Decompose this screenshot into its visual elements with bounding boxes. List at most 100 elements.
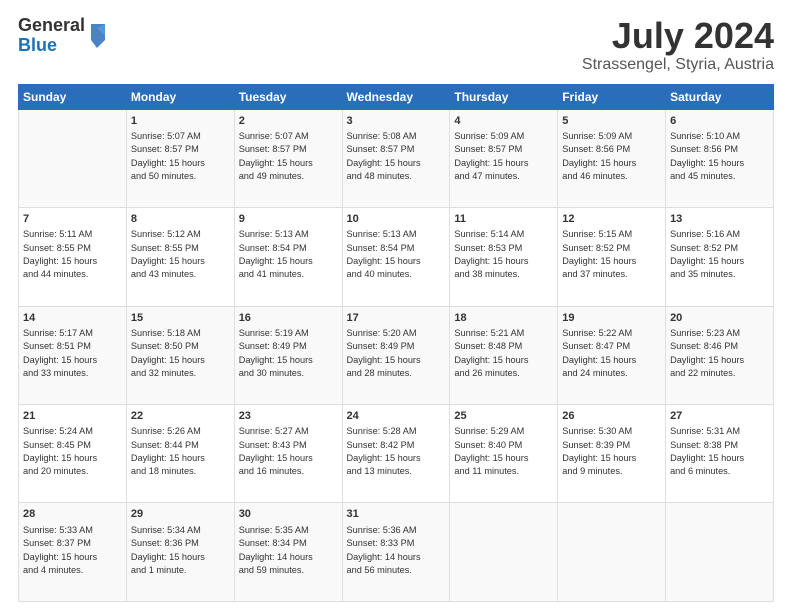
- calendar-header-cell: Monday: [126, 84, 234, 109]
- day-number: 7: [23, 212, 122, 227]
- calendar-day-cell: 30 Sunrise: 5:35 AM Sunset: 8:34 PM Dayli…: [234, 503, 342, 602]
- day-number: 13: [670, 212, 769, 227]
- logo: General Blue: [18, 16, 107, 56]
- calendar-day-cell: 22Sunrise: 5:26 AM Sunset: 8:44 PM Dayli…: [126, 405, 234, 503]
- day-content: Sunrise: 5:31 AM Sunset: 8:38 PM Dayligh…: [670, 425, 769, 478]
- calendar-header-cell: Friday: [558, 84, 666, 109]
- calendar-day-cell: [666, 503, 774, 602]
- day-content: Sunrise: 5:17 AM Sunset: 8:51 PM Dayligh…: [23, 327, 122, 380]
- calendar-day-cell: 8Sunrise: 5:12 AM Sunset: 8:55 PM Daylig…: [126, 208, 234, 306]
- calendar-day-cell: 28 Sunrise: 5:33 AM Sunset: 8:37 PM Dayli…: [19, 503, 127, 602]
- title-block: July 2024 Strassengel, Styria, Austria: [582, 16, 774, 74]
- day-number: 8: [131, 212, 230, 227]
- calendar-day-cell: [450, 503, 558, 602]
- calendar-day-cell: 4Sunrise: 5:09 AM Sunset: 8:57 PM Daylig…: [450, 109, 558, 207]
- day-content: Sunrise: 5:27 AM Sunset: 8:43 PM Dayligh…: [239, 425, 338, 478]
- calendar-day-cell: [558, 503, 666, 602]
- calendar-day-cell: 31Sunrise: 5:36 AM Sunset: 8:33 PM Dayli…: [342, 503, 450, 602]
- calendar-day-cell: 21Sunrise: 5:24 AM Sunset: 8:45 PM Dayli…: [19, 405, 127, 503]
- calendar-day-cell: 5Sunrise: 5:09 AM Sunset: 8:56 PM Daylig…: [558, 109, 666, 207]
- day-number: 2: [239, 114, 338, 129]
- day-content: Sunrise: 5:21 AM Sunset: 8:48 PM Dayligh…: [454, 327, 553, 380]
- day-content: Sunrise: 5:20 AM Sunset: 8:49 PM Dayligh…: [347, 327, 446, 380]
- day-number: 19: [562, 311, 661, 326]
- logo-blue: Blue: [18, 36, 85, 56]
- day-number: 9: [239, 212, 338, 227]
- logo-icon: [87, 22, 107, 50]
- day-number: 16: [239, 311, 338, 326]
- calendar-day-cell: 3Sunrise: 5:08 AM Sunset: 8:57 PM Daylig…: [342, 109, 450, 207]
- calendar-header-cell: Wednesday: [342, 84, 450, 109]
- calendar-day-cell: 23Sunrise: 5:27 AM Sunset: 8:43 PM Dayli…: [234, 405, 342, 503]
- day-content: Sunrise: 5:35 AM Sunset: 8:34 PM Dayligh…: [239, 524, 338, 577]
- day-number: 12: [562, 212, 661, 227]
- day-number: 21: [23, 409, 122, 424]
- day-number: 3: [347, 114, 446, 129]
- day-content: Sunrise: 5:28 AM Sunset: 8:42 PM Dayligh…: [347, 425, 446, 478]
- calendar-day-cell: 2Sunrise: 5:07 AM Sunset: 8:57 PM Daylig…: [234, 109, 342, 207]
- calendar-day-cell: 20Sunrise: 5:23 AM Sunset: 8:46 PM Dayli…: [666, 306, 774, 404]
- day-number: 17: [347, 311, 446, 326]
- day-content: Sunrise: 5:16 AM Sunset: 8:52 PM Dayligh…: [670, 228, 769, 281]
- calendar-header-cell: Thursday: [450, 84, 558, 109]
- day-content: Sunrise: 5:26 AM Sunset: 8:44 PM Dayligh…: [131, 425, 230, 478]
- calendar-day-cell: [19, 109, 127, 207]
- day-number: 18: [454, 311, 553, 326]
- main-title: July 2024: [582, 16, 774, 56]
- day-number: 10: [347, 212, 446, 227]
- calendar-header-cell: Sunday: [19, 84, 127, 109]
- calendar-week-row: 28 Sunrise: 5:33 AM Sunset: 8:37 PM Dayli…: [19, 503, 774, 602]
- calendar-day-cell: 16Sunrise: 5:19 AM Sunset: 8:49 PM Dayli…: [234, 306, 342, 404]
- day-content: Sunrise: 5:13 AM Sunset: 8:54 PM Dayligh…: [239, 228, 338, 281]
- day-content: Sunrise: 5:08 AM Sunset: 8:57 PM Dayligh…: [347, 130, 446, 183]
- day-content: Sunrise: 5:09 AM Sunset: 8:57 PM Dayligh…: [454, 130, 553, 183]
- day-number: 6: [670, 114, 769, 129]
- day-content: Sunrise: 5:22 AM Sunset: 8:47 PM Dayligh…: [562, 327, 661, 380]
- calendar-day-cell: 26Sunrise: 5:30 AM Sunset: 8:39 PM Dayli…: [558, 405, 666, 503]
- day-number: 24: [347, 409, 446, 424]
- calendar-day-cell: 12Sunrise: 5:15 AM Sunset: 8:52 PM Dayli…: [558, 208, 666, 306]
- day-number: 30: [239, 507, 338, 522]
- calendar-day-cell: 19Sunrise: 5:22 AM Sunset: 8:47 PM Dayli…: [558, 306, 666, 404]
- day-content: Sunrise: 5:10 AM Sunset: 8:56 PM Dayligh…: [670, 130, 769, 183]
- calendar-day-cell: 13Sunrise: 5:16 AM Sunset: 8:52 PM Dayli…: [666, 208, 774, 306]
- calendar-day-cell: 15Sunrise: 5:18 AM Sunset: 8:50 PM Dayli…: [126, 306, 234, 404]
- calendar-day-cell: 17Sunrise: 5:20 AM Sunset: 8:49 PM Dayli…: [342, 306, 450, 404]
- day-content: Sunrise: 5:14 AM Sunset: 8:53 PM Dayligh…: [454, 228, 553, 281]
- calendar-day-cell: 6Sunrise: 5:10 AM Sunset: 8:56 PM Daylig…: [666, 109, 774, 207]
- calendar-table: SundayMondayTuesdayWednesdayThursdayFrid…: [18, 84, 774, 602]
- calendar-header-cell: Saturday: [666, 84, 774, 109]
- day-number: 23: [239, 409, 338, 424]
- calendar-header-row: SundayMondayTuesdayWednesdayThursdayFrid…: [19, 84, 774, 109]
- day-content: Sunrise: 5:24 AM Sunset: 8:45 PM Dayligh…: [23, 425, 122, 478]
- day-number: 26: [562, 409, 661, 424]
- logo-general: General: [18, 16, 85, 36]
- day-content: Sunrise: 5:12 AM Sunset: 8:55 PM Dayligh…: [131, 228, 230, 281]
- calendar-day-cell: 11Sunrise: 5:14 AM Sunset: 8:53 PM Dayli…: [450, 208, 558, 306]
- calendar-day-cell: 24Sunrise: 5:28 AM Sunset: 8:42 PM Dayli…: [342, 405, 450, 503]
- calendar-week-row: 21Sunrise: 5:24 AM Sunset: 8:45 PM Dayli…: [19, 405, 774, 503]
- day-content: Sunrise: 5:34 AM Sunset: 8:36 PM Dayligh…: [131, 524, 230, 577]
- day-number: 28: [23, 507, 122, 522]
- day-content: Sunrise: 5:19 AM Sunset: 8:49 PM Dayligh…: [239, 327, 338, 380]
- calendar-week-row: 1 Sunrise: 5:07 AM Sunset: 8:57 PM Daylig…: [19, 109, 774, 207]
- day-number: 15: [131, 311, 230, 326]
- day-number: 5: [562, 114, 661, 129]
- day-content: Sunrise: 5:29 AM Sunset: 8:40 PM Dayligh…: [454, 425, 553, 478]
- day-content: Sunrise: 5:07 AM Sunset: 8:57 PM Dayligh…: [239, 130, 338, 183]
- day-content: Sunrise: 5:15 AM Sunset: 8:52 PM Dayligh…: [562, 228, 661, 281]
- calendar-day-cell: 7Sunrise: 5:11 AM Sunset: 8:55 PM Daylig…: [19, 208, 127, 306]
- day-content: Sunrise: 5:30 AM Sunset: 8:39 PM Dayligh…: [562, 425, 661, 478]
- day-content: Sunrise: 5:13 AM Sunset: 8:54 PM Dayligh…: [347, 228, 446, 281]
- calendar-day-cell: 29Sunrise: 5:34 AM Sunset: 8:36 PM Dayli…: [126, 503, 234, 602]
- calendar-day-cell: 25Sunrise: 5:29 AM Sunset: 8:40 PM Dayli…: [450, 405, 558, 503]
- day-number: 11: [454, 212, 553, 227]
- day-content: Sunrise: 5:33 AM Sunset: 8:37 PM Dayligh…: [23, 524, 122, 577]
- subtitle: Strassengel, Styria, Austria: [582, 56, 774, 74]
- day-number: 31: [347, 507, 446, 522]
- day-number: 1: [131, 114, 230, 129]
- calendar-day-cell: 18Sunrise: 5:21 AM Sunset: 8:48 PM Dayli…: [450, 306, 558, 404]
- header: General Blue July 2024 Strassengel, Styr…: [18, 16, 774, 74]
- day-content: Sunrise: 5:11 AM Sunset: 8:55 PM Dayligh…: [23, 228, 122, 281]
- day-content: Sunrise: 5:23 AM Sunset: 8:46 PM Dayligh…: [670, 327, 769, 380]
